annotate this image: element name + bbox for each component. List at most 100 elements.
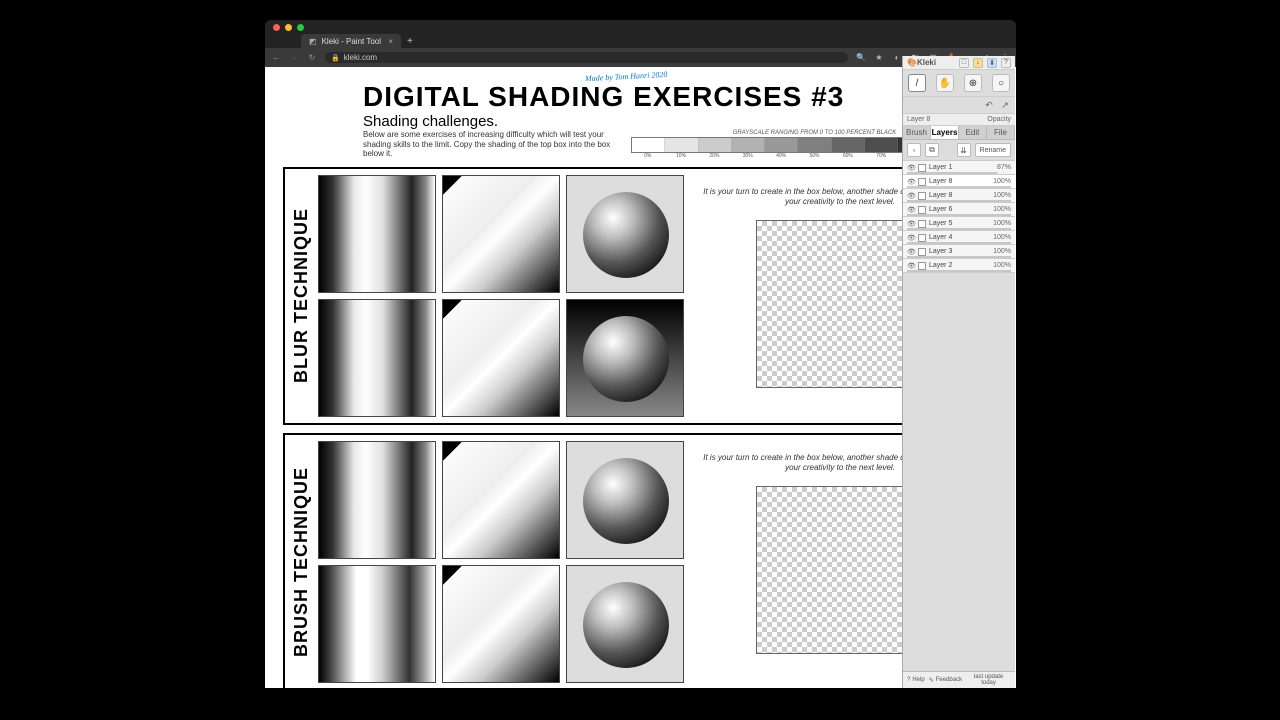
back-button[interactable]: ←	[271, 53, 281, 62]
tab-layers[interactable]: Layers	[931, 126, 959, 139]
url-field[interactable]: 🔒 kleki.com	[325, 52, 848, 63]
exercise-grid	[318, 175, 684, 417]
hand-tool[interactable]: ✋	[936, 74, 954, 92]
layer-name: Layer 1	[929, 164, 952, 171]
brush-tool[interactable]: /	[908, 74, 926, 92]
ext-icon[interactable]: ★	[874, 53, 884, 62]
empty-canvas[interactable]	[756, 220, 924, 388]
app-logo[interactable]: 🎨Kleki	[907, 58, 936, 67]
tool-row: / ✋ ⊕ ○	[903, 70, 1015, 97]
visibility-icon[interactable]: 👁	[907, 164, 915, 172]
feedback-button[interactable]: ✎ Feedback	[929, 677, 962, 684]
window-titlebar	[265, 20, 1016, 34]
ext-icon[interactable]: 🔍	[856, 53, 866, 62]
layer-opacity: 100%	[993, 248, 1011, 255]
layer-row[interactable]: 👁 Layer 6 100%	[903, 203, 1015, 217]
current-layer-name: Layer 8	[907, 116, 930, 123]
layer-thumb-icon	[918, 262, 926, 270]
visibility-icon[interactable]: 👁	[907, 248, 915, 256]
visibility-icon[interactable]: 👁	[907, 206, 915, 214]
update-label: last update today	[966, 674, 1011, 686]
panel-footer: ? Help ✎ Feedback last update today	[903, 671, 1015, 688]
layer-name: Layer 3	[929, 248, 952, 255]
layer-row[interactable]: 👁 Layer 1 87%	[903, 161, 1015, 175]
panel-header: 🎨Kleki □ ↓ ⬇ ?	[903, 56, 1015, 70]
current-layer-label: Layer 8 Opacity	[903, 114, 1015, 126]
layer-opacity: 100%	[993, 234, 1011, 241]
visibility-icon[interactable]: 👁	[907, 262, 915, 270]
window-minimize-icon[interactable]	[285, 24, 292, 31]
new-layer-button[interactable]: ▫	[907, 143, 921, 157]
tab-close-icon[interactable]: ×	[388, 37, 393, 46]
rename-layer-button[interactable]: Rename	[975, 143, 1011, 157]
opacity-label: Opacity	[987, 116, 1011, 123]
example-tile	[566, 441, 684, 559]
visibility-icon[interactable]: 👁	[907, 178, 915, 186]
exercise-brush: BRUSH TECHNIQUE It is your turn to creat…	[283, 433, 998, 688]
exercise-grid	[318, 441, 684, 683]
layer-name: Layer 2	[929, 262, 952, 269]
swatch-label: 70%	[865, 153, 898, 159]
save-icon[interactable]: ↓	[973, 58, 983, 68]
panel-tabs: Brush Layers Edit File	[903, 126, 1015, 140]
reload-button[interactable]: ↻	[307, 53, 317, 62]
layer-row[interactable]: 👁Layer 8100%	[903, 189, 1015, 203]
layer-name: Layer 5	[929, 220, 952, 227]
shape-tool[interactable]: ○	[992, 74, 1010, 92]
fill-tool[interactable]: ⊕	[964, 74, 982, 92]
swatch-label: 50%	[798, 153, 831, 159]
lock-icon: 🔒	[331, 54, 340, 62]
help-icon[interactable]: ?	[1001, 58, 1011, 68]
forward-button[interactable]: →	[289, 53, 299, 62]
layer-name: Layer 6	[929, 206, 952, 213]
example-tile	[318, 175, 436, 293]
url-text: kleki.com	[344, 53, 377, 62]
undo-icon[interactable]: ↶	[983, 99, 995, 111]
example-tile	[442, 175, 560, 293]
layer-thumb-icon	[918, 234, 926, 242]
layer-name: Layer 4	[929, 234, 952, 241]
new-tab-button[interactable]: +	[401, 36, 419, 47]
layer-row[interactable]: 👁 Layer 5 100%	[903, 217, 1015, 231]
tab-file[interactable]: File	[987, 126, 1015, 139]
visibility-icon[interactable]: 👁	[907, 192, 915, 200]
practice-tile	[318, 299, 436, 417]
layer-row[interactable]: 👁 Layer 2 100%	[903, 259, 1015, 273]
layer-opacity: 100%	[993, 220, 1011, 227]
window-close-icon[interactable]	[273, 24, 280, 31]
empty-canvas[interactable]	[756, 486, 924, 654]
kleki-panel: 🎨Kleki □ ↓ ⬇ ? / ✋ ⊕ ○ ↶ ↗ Layer 8 Opaci…	[902, 56, 1015, 688]
visibility-icon[interactable]: 👁	[907, 220, 915, 228]
help-button[interactable]: ? Help	[907, 677, 925, 683]
layer-thumb-icon	[918, 164, 926, 172]
ext-icon[interactable]: ◐	[892, 53, 902, 62]
window-zoom-icon[interactable]	[297, 24, 304, 31]
visibility-icon[interactable]: 👁	[907, 234, 915, 242]
layer-opacity: 100%	[993, 262, 1011, 269]
download-icon[interactable]: ⬇	[987, 58, 997, 68]
new-file-icon[interactable]: □	[959, 58, 969, 68]
layer-row[interactable]: 👁Layer 8100%	[903, 175, 1015, 189]
exercise-blur: BLUR TECHNIQUE It is your turn to create…	[283, 167, 998, 425]
example-tile	[318, 441, 436, 559]
layer-row[interactable]: 👁 Layer 4 100%	[903, 231, 1015, 245]
section-label: BRUSH TECHNIQUE	[291, 441, 312, 683]
swatch-label: 20%	[698, 153, 731, 159]
browser-tab[interactable]: ◩ Kleki - Paint Tool ×	[301, 34, 401, 48]
tab-edit[interactable]: Edit	[959, 126, 987, 139]
layer-row[interactable]: 👁 Layer 3 100%	[903, 245, 1015, 259]
layer-name: Layer 8	[929, 192, 952, 199]
layer-opacity: 100%	[993, 206, 1011, 213]
swatch-label: 40%	[764, 153, 797, 159]
swatch-label: 60%	[831, 153, 864, 159]
undo-row: ↶ ↗	[903, 97, 1015, 114]
layer-name: Layer 8	[929, 178, 952, 185]
layer-thumb-icon	[918, 248, 926, 256]
merge-layer-button[interactable]: ⇊	[957, 143, 971, 157]
tab-brush[interactable]: Brush	[903, 126, 931, 139]
layer-opacity: 87%	[997, 164, 1011, 171]
duplicate-layer-button[interactable]: ⧉	[925, 143, 939, 157]
intro-text: Below are some exercises of increasing d…	[363, 130, 623, 159]
swatch-label: 30%	[731, 153, 764, 159]
redo-icon[interactable]: ↗	[999, 99, 1011, 111]
